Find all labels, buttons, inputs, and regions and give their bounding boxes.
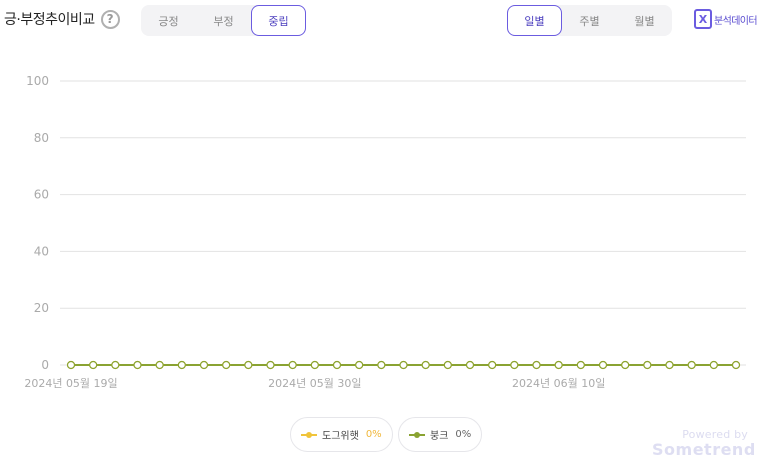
legend-percent: 0% [455,429,472,440]
legend-item-series-2[interactable]: 붕크 0% [398,417,483,452]
data-point-series-2 [155,360,164,370]
data-point-series-2 [643,360,652,370]
export-label: 분석데이터 [714,15,758,27]
tab-positive[interactable]: 긍정 [141,5,196,36]
y-tick-label: 0 [41,358,49,372]
data-point-series-2 [332,360,342,370]
trend-line-chart: 0 20 40 60 80 100 2024년 05월 19일 2024년 05월 30일 20… [24,74,746,390]
chart-header: 긍·부정추이비교 ? [4,9,120,29]
y-tick-label: 100 [26,74,49,88]
data-point-series-2 [133,360,142,370]
tab-negative[interactable]: 부정 [196,5,251,36]
data-point-series-2 [222,360,231,370]
data-point-series-2 [355,360,364,370]
data-point-series-2 [687,360,696,370]
legend-line-icon [409,431,425,439]
data-point-series-2 [576,360,585,370]
page-title: 긍·부정추이비교 [4,12,95,28]
data-point-series-2 [310,360,319,370]
data-point-series-2 [709,360,718,370]
data-point-series-2 [66,360,76,370]
legend-line-icon [301,431,317,439]
data-point-series-2 [288,360,297,370]
x-tick-label: 2024년 05월 30일 [268,376,361,390]
data-point-series-2 [665,360,674,370]
data-point-series-2 [621,360,630,370]
period-toggle: 일별 주별 월별 [507,5,672,36]
x-tick-label: 2024년 06월 10일 [512,376,605,390]
y-tick-label: 80 [34,131,49,145]
data-point-series-2 [421,360,430,370]
tab-neutral[interactable]: 중립 [251,5,306,36]
y-tick-label: 20 [34,301,49,315]
data-point-series-2 [510,360,519,370]
data-point-series-2 [177,360,186,370]
legend-item-series-1[interactable]: 도그위햇 0% [290,417,393,452]
export-data-button[interactable]: X 분석데이터 [694,9,758,29]
data-point-series-2 [244,360,253,370]
excel-icon: X [694,9,712,29]
data-point-series-2 [89,360,98,370]
legend-label: 붕크 [430,431,449,442]
help-icon[interactable]: ? [100,9,120,29]
data-point-series-2 [488,360,497,370]
data-point-series-2 [377,360,386,370]
tab-monthly[interactable]: 월별 [617,5,672,36]
legend-percent: 0% [365,429,382,440]
data-point-series-2 [266,360,275,370]
data-point-series-2 [465,360,475,370]
data-point-series-2 [443,360,452,370]
legend-label: 도그위햇 [322,431,359,442]
y-tick-label: 40 [34,244,49,258]
data-point-series-2 [399,360,408,370]
data-point-series-2 [199,360,209,370]
data-point-series-2 [598,360,608,370]
brand-logo-text: Sometrend [652,440,756,459]
data-point-series-2 [532,360,541,370]
tab-weekly[interactable]: 주별 [562,5,617,36]
x-tick-label: 2024년 05월 19일 [24,376,117,390]
sentiment-toggle: 긍정 부정 중립 [141,5,306,36]
brand-watermark: Powered by Sometrend [652,428,756,459]
y-tick-label: 60 [34,188,49,202]
tab-daily[interactable]: 일별 [507,5,562,36]
data-point-series-2 [111,360,120,370]
data-point-series-2 [554,360,563,370]
data-point-series-2 [731,360,741,370]
